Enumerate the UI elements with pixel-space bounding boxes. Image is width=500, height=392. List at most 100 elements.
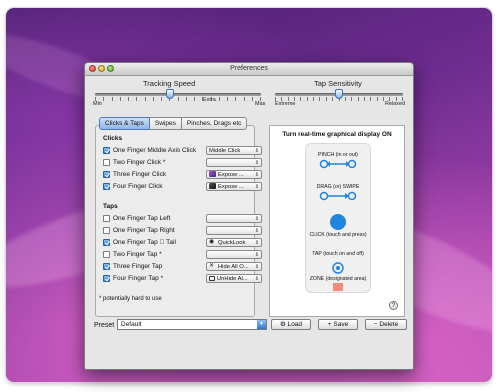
click-option-label: Four Finger Click bbox=[113, 183, 163, 190]
tap-option-checkbox[interactable] bbox=[103, 275, 110, 282]
slider-tick bbox=[251, 97, 253, 101]
tracking-max-label: Max bbox=[255, 101, 266, 107]
tap-sensitivity-slider[interactable] bbox=[335, 89, 343, 99]
click-option-label: Two Finger Click * bbox=[113, 159, 166, 166]
click-option-checkbox[interactable] bbox=[103, 159, 110, 166]
preferences-window: Preferences Tracking Speed Min Extra Max… bbox=[84, 62, 414, 370]
pinch-label: PINCH (in or out) bbox=[318, 152, 358, 158]
tap-label: TAP (touch on and off) bbox=[312, 251, 364, 257]
tab-pinches-drags[interactable]: Pinches, Drags etc bbox=[181, 117, 248, 130]
delete-button[interactable]: − Delete bbox=[365, 319, 407, 330]
window-title: Preferences bbox=[230, 65, 268, 72]
click-option-row: One Finger Middle Axis Click Middle Click… bbox=[103, 146, 262, 156]
load-button[interactable]: ⚙ Load bbox=[271, 319, 311, 330]
eye-icon: ◉ bbox=[209, 239, 215, 246]
slider-tick bbox=[128, 97, 129, 101]
click-option-action-select[interactable]: Expose ... ⇕ bbox=[206, 182, 262, 191]
tap-option-action-select[interactable]: ◉ QuickLook ⇕ bbox=[206, 238, 262, 247]
tap-option-checkbox[interactable] bbox=[103, 239, 110, 246]
updown-arrows-icon: ⇕ bbox=[254, 252, 259, 258]
click-option-select-value: Expose ... bbox=[218, 184, 244, 190]
updown-arrows-icon: ⇕ bbox=[254, 264, 259, 270]
preset-combobox[interactable]: Default ▼ bbox=[117, 319, 267, 330]
slider-tick bbox=[325, 97, 327, 101]
slider-tick bbox=[235, 97, 237, 101]
updown-arrows-icon: ⇕ bbox=[254, 160, 259, 166]
tap-option-checkbox[interactable] bbox=[103, 263, 110, 270]
preset-label: Preset bbox=[94, 322, 115, 329]
click-option-row: Two Finger Click * ⇕ bbox=[103, 158, 262, 168]
slider-tick bbox=[351, 97, 353, 101]
help-button[interactable]: ? bbox=[389, 301, 398, 310]
tracking-speed-slider[interactable] bbox=[165, 89, 174, 99]
slider-tick bbox=[177, 97, 179, 101]
updown-arrows-icon: ⇕ bbox=[254, 216, 259, 222]
tracking-speed-heading: Tracking Speed bbox=[143, 79, 196, 88]
tap-option-row: Two Finger Tap * ⇕ bbox=[103, 250, 262, 260]
chevron-down-icon[interactable]: ▼ bbox=[257, 320, 266, 329]
title-bar[interactable]: Preferences bbox=[85, 63, 413, 76]
slider-tick bbox=[103, 97, 105, 101]
click-option-checkbox[interactable] bbox=[103, 171, 110, 178]
tap-option-row: One Finger Tap Left ⇕ bbox=[103, 214, 262, 224]
tap-extreme-label: Extreme bbox=[275, 101, 296, 107]
updown-arrows-icon: ⇕ bbox=[254, 184, 259, 190]
click-option-label: Three Finger Click bbox=[113, 171, 167, 178]
tap-option-action-select[interactable]: ✕ Hide All O... ⇕ bbox=[206, 262, 262, 271]
tap-option-select-value: UnHide Al... bbox=[217, 276, 248, 282]
tab-clicks-taps[interactable]: Clicks & Taps bbox=[99, 117, 150, 130]
tap-option-checkbox[interactable] bbox=[103, 215, 110, 222]
taps-heading: Taps bbox=[103, 203, 118, 210]
expose-purple-icon bbox=[209, 171, 216, 178]
slider-tick bbox=[382, 97, 384, 101]
tab-swipes[interactable]: Swipes bbox=[149, 117, 182, 130]
tap-option-row: Four Finger Tap * UnHide Al... ⇕ bbox=[103, 274, 262, 284]
slider-tick bbox=[370, 97, 372, 101]
slider-tick bbox=[332, 97, 334, 101]
click-option-action-select[interactable]: Middle Click ⇕ bbox=[206, 146, 262, 155]
tap-option-checkbox[interactable] bbox=[103, 251, 110, 258]
slider-tick bbox=[376, 97, 378, 101]
tap-option-label: One Finger Tap Left bbox=[113, 215, 171, 222]
tap-option-row: One Finger Tap  Tail ◉QuickLook ⇕ bbox=[103, 238, 262, 248]
click-option-checkbox[interactable] bbox=[103, 183, 110, 190]
gear-icon: ⚙ bbox=[279, 321, 288, 328]
tap-option-action-select[interactable]: UnHide Al... ⇕ bbox=[206, 274, 262, 283]
clicks-heading: Clicks bbox=[103, 135, 123, 142]
slider-tick bbox=[227, 97, 228, 101]
zone-label: ZONE (designated area) bbox=[309, 276, 367, 282]
updown-arrows-icon: ⇕ bbox=[254, 172, 259, 178]
click-option-action-select[interactable]: Expose ... ⇕ bbox=[206, 170, 262, 179]
slider-tick bbox=[119, 97, 121, 101]
tap-option-action-select[interactable]: ⇕ bbox=[206, 214, 262, 223]
tap-option-label: One Finger Tap  Tail bbox=[113, 239, 176, 246]
slider-tick bbox=[185, 97, 187, 101]
slider-tick bbox=[136, 97, 138, 101]
save-button[interactable]: + Save bbox=[318, 319, 358, 330]
pinch-icon bbox=[319, 159, 357, 169]
click-option-row: Three Finger Click Expose ... ⇕ bbox=[103, 170, 262, 180]
updown-arrows-icon: ⇕ bbox=[254, 228, 259, 234]
slider-tick bbox=[313, 97, 315, 101]
updown-arrows-icon: ⇕ bbox=[254, 148, 259, 154]
trackpad-legend: PINCH (in or out) DRAG (or) SWIPE CLICK … bbox=[305, 143, 371, 293]
updown-arrows-icon: ⇕ bbox=[254, 276, 259, 282]
tap-option-action-select[interactable]: ⇕ bbox=[206, 250, 262, 259]
tap-option-checkbox[interactable] bbox=[103, 227, 110, 234]
tap-option-label: Two Finger Tap * bbox=[113, 251, 162, 258]
click-option-action-select[interactable]: ⇕ bbox=[206, 158, 262, 167]
tap-option-action-select[interactable]: ⇕ bbox=[206, 226, 262, 235]
display-toggle-label[interactable]: Turn real-time graphical display ON bbox=[270, 131, 404, 138]
drag-label: DRAG (or) SWIPE bbox=[316, 184, 360, 190]
tap-option-label: One Finger Tap Right bbox=[113, 227, 175, 234]
tap-sensitivity-heading: Tap Sensitivity bbox=[314, 79, 362, 88]
tracking-min-label: Min bbox=[93, 101, 102, 107]
click-option-checkbox[interactable] bbox=[103, 147, 110, 154]
slider-tick bbox=[357, 97, 359, 101]
graphical-display-panel: Turn real-time graphical display ON PINC… bbox=[269, 125, 405, 317]
updown-arrows-icon: ⇕ bbox=[254, 240, 259, 246]
tap-option-select-value: Hide All O... bbox=[218, 264, 249, 270]
tap-option-row: Three Finger Tap ✕ Hide All O... ⇕ bbox=[103, 262, 262, 272]
slider-tick bbox=[306, 97, 308, 101]
tracking-speed-track bbox=[95, 93, 261, 96]
